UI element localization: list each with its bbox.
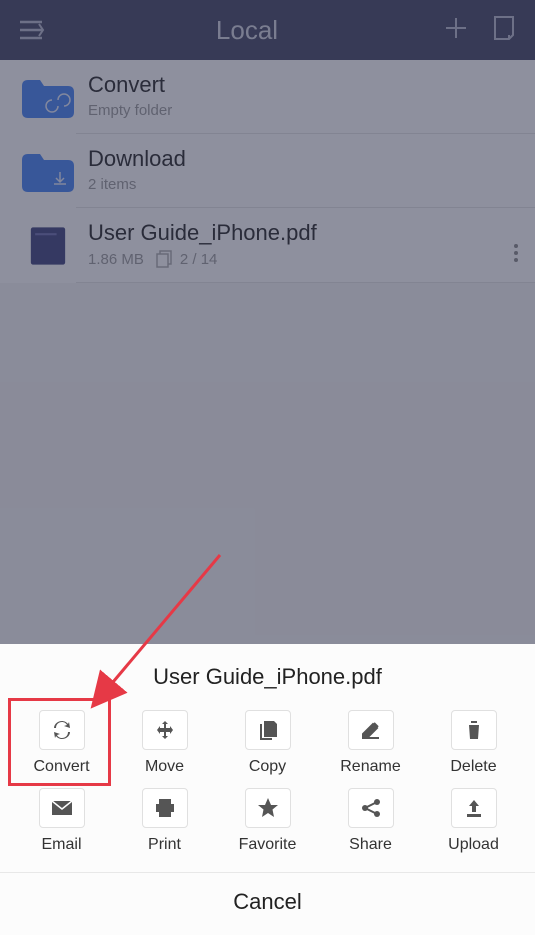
action-label: Copy	[249, 758, 286, 776]
upload-action[interactable]: Upload	[422, 786, 525, 864]
upload-icon	[464, 798, 484, 818]
favorite-icon	[257, 797, 279, 819]
rename-icon	[361, 720, 381, 740]
rename-action[interactable]: Rename	[319, 708, 422, 786]
print-action[interactable]: Print	[113, 786, 216, 864]
action-sheet: User Guide_iPhone.pdf Convert Move Copy …	[0, 644, 535, 935]
favorite-action[interactable]: Favorite	[216, 786, 319, 864]
action-label: Favorite	[239, 836, 297, 854]
sheet-title: User Guide_iPhone.pdf	[0, 664, 535, 690]
action-label: Convert	[33, 758, 89, 776]
email-action[interactable]: Email	[10, 786, 113, 864]
action-grid: Convert Move Copy Rename Delete Email	[0, 708, 535, 864]
copy-icon	[258, 719, 278, 741]
move-action[interactable]: Move	[113, 708, 216, 786]
action-label: Rename	[340, 758, 400, 776]
action-label: Move	[145, 758, 184, 776]
share-icon	[360, 797, 382, 819]
convert-action[interactable]: Convert	[10, 708, 113, 786]
action-label: Upload	[448, 836, 499, 854]
action-label: Share	[349, 836, 392, 854]
action-label: Delete	[450, 758, 496, 776]
convert-icon	[50, 718, 74, 742]
share-action[interactable]: Share	[319, 786, 422, 864]
email-icon	[51, 800, 73, 816]
delete-icon	[465, 719, 483, 741]
print-icon	[154, 798, 176, 818]
delete-action[interactable]: Delete	[422, 708, 525, 786]
action-label: Email	[41, 836, 81, 854]
copy-action[interactable]: Copy	[216, 708, 319, 786]
cancel-button[interactable]: Cancel	[0, 872, 535, 935]
move-icon	[154, 719, 176, 741]
action-label: Print	[148, 836, 181, 854]
